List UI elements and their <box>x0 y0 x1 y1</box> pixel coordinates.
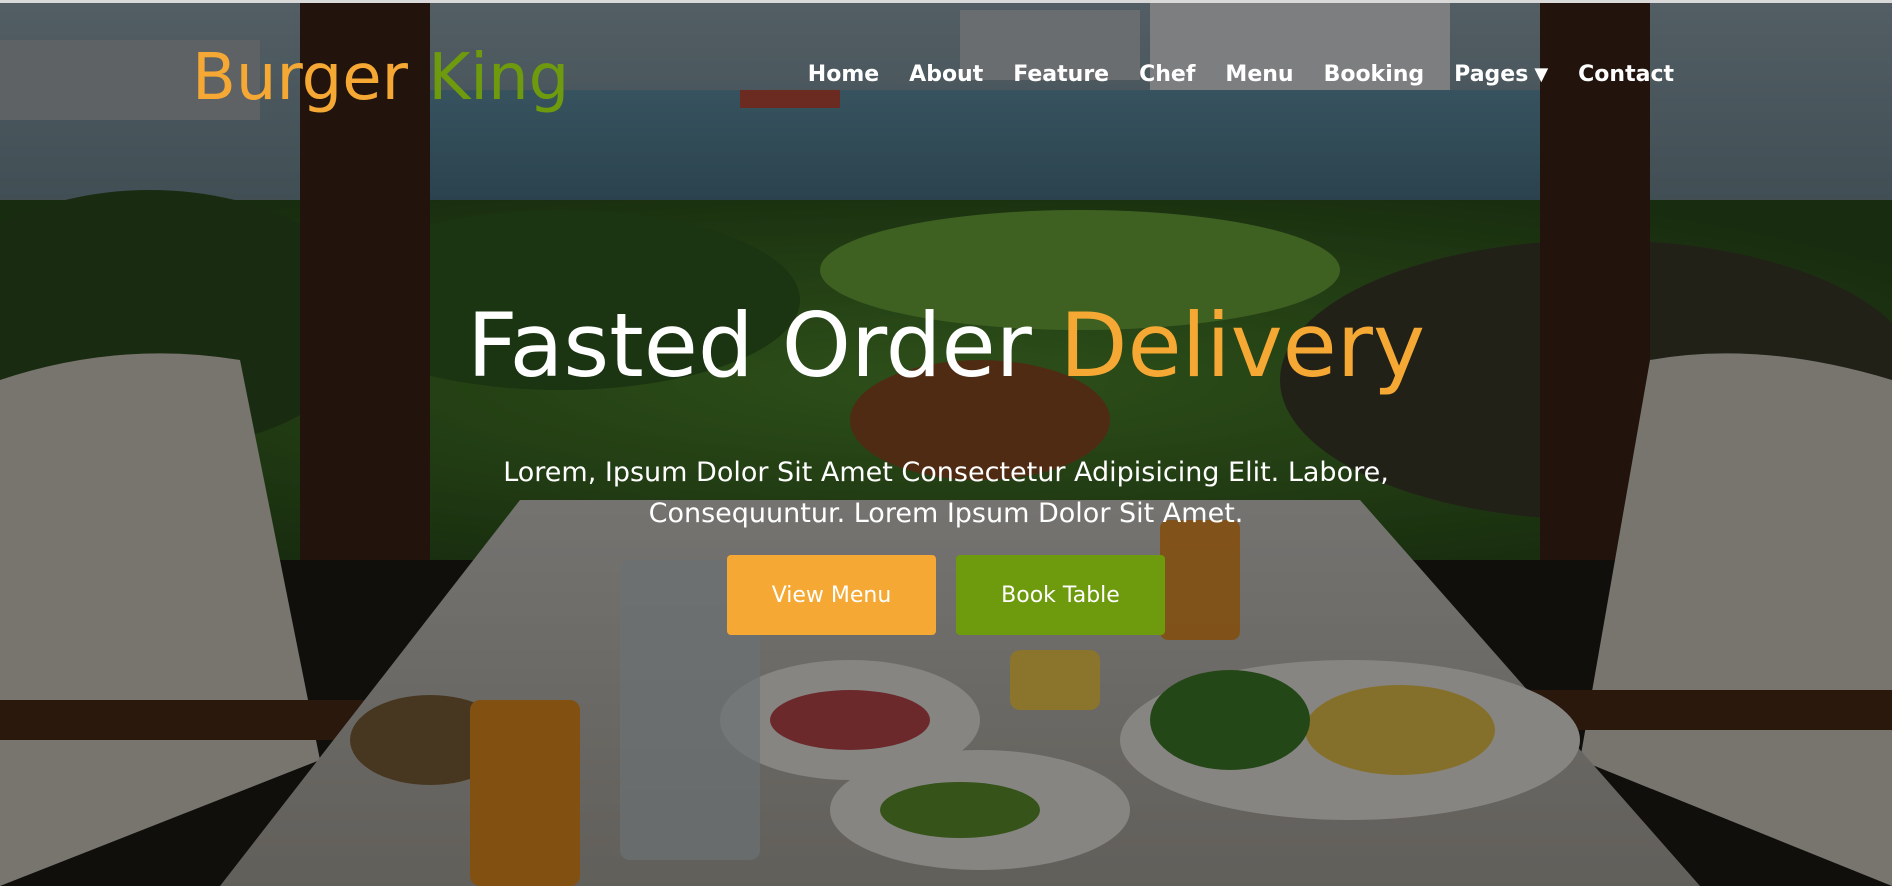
hero-dark-overlay <box>0 0 1892 886</box>
nav-link-about[interactable]: About <box>909 62 983 87</box>
nav-link-booking[interactable]: Booking <box>1324 62 1425 87</box>
nav-link-menu[interactable]: Menu <box>1225 62 1293 87</box>
view-menu-button[interactable]: View Menu <box>727 555 936 635</box>
nav-link-feature[interactable]: Feature <box>1013 62 1109 87</box>
brand-logo[interactable]: Burger King <box>192 38 569 118</box>
hero-title-accent: Delivery <box>1059 294 1426 397</box>
top-border <box>0 0 1892 3</box>
hero-description: Lorem, Ipsum Dolor Sit Amet Consectetur … <box>446 452 1446 534</box>
hero-buttons: View Menu Book Table <box>0 555 1892 635</box>
nav-link-contact[interactable]: Contact <box>1578 62 1674 87</box>
caret-down-icon: ▼ <box>1534 63 1549 85</box>
main-navigation: Home About Feature Chef Menu Booking Pag… <box>808 62 1674 87</box>
hero-description-line2: Consequuntur. Lorem Ipsum Dolor Sit Amet… <box>648 498 1244 529</box>
nav-link-home[interactable]: Home <box>808 62 879 87</box>
nav-link-pages-label: Pages <box>1454 62 1529 87</box>
hero-title: Fasted Order Delivery <box>0 296 1892 396</box>
book-table-button[interactable]: Book Table <box>956 555 1165 635</box>
brand-name-part2: King <box>428 41 570 115</box>
hero-description-line1: Lorem, Ipsum Dolor Sit Amet Consectetur … <box>503 457 1389 488</box>
brand-name-part1: Burger <box>192 41 429 115</box>
nav-link-chef[interactable]: Chef <box>1139 62 1195 87</box>
hero-title-main: Fasted Order <box>466 294 1060 397</box>
nav-dropdown-pages[interactable]: Pages ▼ <box>1454 62 1548 87</box>
